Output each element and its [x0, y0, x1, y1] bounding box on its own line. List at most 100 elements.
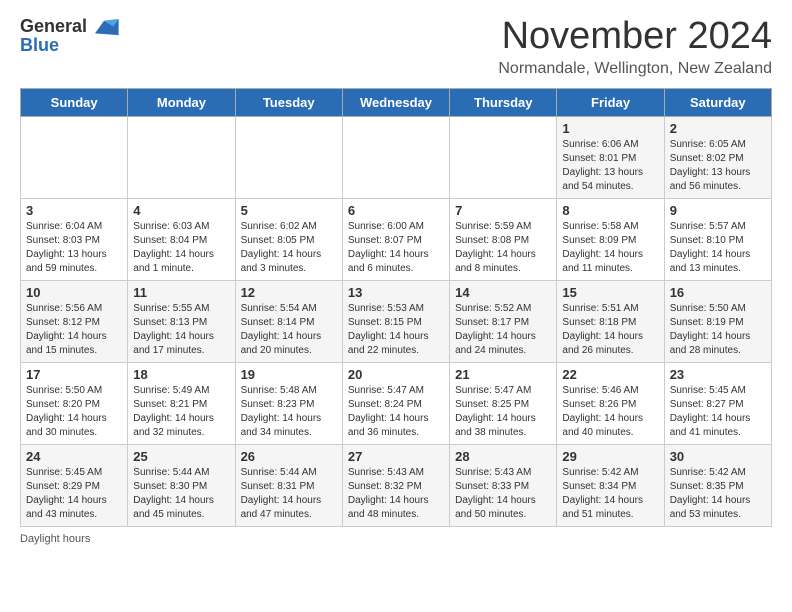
day-info: Sunrise: 5:42 AM Sunset: 8:35 PM Dayligh…	[670, 466, 766, 522]
table-row: 16Sunrise: 5:50 AM Sunset: 8:19 PM Dayli…	[664, 280, 771, 362]
calendar-col-header: Wednesday	[342, 88, 449, 116]
day-number: 19	[241, 367, 337, 382]
day-number: 2	[670, 121, 766, 136]
day-info: Sunrise: 5:45 AM Sunset: 8:29 PM Dayligh…	[26, 466, 122, 522]
logo-icon	[91, 17, 119, 37]
logo-text: General	[20, 16, 119, 37]
calendar-week-row: 1 Sunrise: 6:06 AM Sunset: 8:01 PM Daylig…	[21, 116, 772, 198]
day-info: Sunrise: 6:06 AM Sunset: 8:01 PM Dayligh…	[562, 138, 658, 194]
day-number: 3	[26, 203, 122, 218]
day-info: Sunrise: 5:53 AM Sunset: 8:15 PM Dayligh…	[348, 302, 444, 358]
table-row	[21, 116, 128, 198]
day-info: Sunrise: 5:46 AM Sunset: 8:26 PM Dayligh…	[562, 384, 658, 440]
day-number: 10	[26, 285, 122, 300]
day-number: 11	[133, 285, 229, 300]
page: General Blue November 2024 Normandale, W…	[0, 0, 792, 561]
calendar-col-header: Monday	[128, 88, 235, 116]
day-number: 4	[133, 203, 229, 218]
day-number: 24	[26, 449, 122, 464]
table-row: 22 Sunrise: 5:46 AM Sunset: 8:26 PM Dayli…	[557, 362, 664, 444]
day-info: Sunrise: 5:57 AM Sunset: 8:10 PM Dayligh…	[670, 220, 766, 276]
day-number: 30	[670, 449, 766, 464]
day-number: 28	[455, 449, 551, 464]
day-number: 13	[348, 285, 444, 300]
calendar-week-row: 10Sunrise: 5:56 AM Sunset: 8:12 PM Dayli…	[21, 280, 772, 362]
daylight-label: Daylight hours	[20, 533, 90, 545]
day-info: Sunrise: 5:49 AM Sunset: 8:21 PM Dayligh…	[133, 384, 229, 440]
calendar-col-header: Friday	[557, 88, 664, 116]
month-title: November 2024	[498, 16, 772, 58]
day-number: 18	[133, 367, 229, 382]
day-number: 12	[241, 285, 337, 300]
table-row: 13 Sunrise: 5:53 AM Sunset: 8:15 PM Dayli…	[342, 280, 449, 362]
table-row	[235, 116, 342, 198]
day-number: 14	[455, 285, 551, 300]
day-info: Sunrise: 5:55 AM Sunset: 8:13 PM Dayligh…	[133, 302, 229, 358]
table-row: 4 Sunrise: 6:03 AM Sunset: 8:04 PM Daylig…	[128, 198, 235, 280]
table-row: 1 Sunrise: 6:06 AM Sunset: 8:01 PM Daylig…	[557, 116, 664, 198]
day-info: Sunrise: 5:50 AM Sunset: 8:20 PM Dayligh…	[26, 384, 122, 440]
table-row: 9 Sunrise: 5:57 AM Sunset: 8:10 PM Daylig…	[664, 198, 771, 280]
table-row: 18 Sunrise: 5:49 AM Sunset: 8:21 PM Dayli…	[128, 362, 235, 444]
day-info: Sunrise: 5:44 AM Sunset: 8:30 PM Dayligh…	[133, 466, 229, 522]
day-number: 20	[348, 367, 444, 382]
table-row: 23Sunrise: 5:45 AM Sunset: 8:27 PM Dayli…	[664, 362, 771, 444]
day-info: Sunrise: 6:03 AM Sunset: 8:04 PM Dayligh…	[133, 220, 229, 276]
day-number: 1	[562, 121, 658, 136]
table-row: 8 Sunrise: 5:58 AM Sunset: 8:09 PM Daylig…	[557, 198, 664, 280]
day-number: 7	[455, 203, 551, 218]
day-info: Sunrise: 5:43 AM Sunset: 8:32 PM Dayligh…	[348, 466, 444, 522]
calendar: SundayMondayTuesdayWednesdayThursdayFrid…	[20, 88, 772, 527]
day-info: Sunrise: 5:48 AM Sunset: 8:23 PM Dayligh…	[241, 384, 337, 440]
day-info: Sunrise: 5:54 AM Sunset: 8:14 PM Dayligh…	[241, 302, 337, 358]
day-number: 21	[455, 367, 551, 382]
day-number: 23	[670, 367, 766, 382]
day-number: 25	[133, 449, 229, 464]
day-number: 9	[670, 203, 766, 218]
day-info: Sunrise: 5:59 AM Sunset: 8:08 PM Dayligh…	[455, 220, 551, 276]
day-number: 27	[348, 449, 444, 464]
calendar-week-row: 24 Sunrise: 5:45 AM Sunset: 8:29 PM Dayli…	[21, 444, 772, 526]
calendar-week-row: 3 Sunrise: 6:04 AM Sunset: 8:03 PM Daylig…	[21, 198, 772, 280]
table-row: 7 Sunrise: 5:59 AM Sunset: 8:08 PM Daylig…	[450, 198, 557, 280]
day-number: 17	[26, 367, 122, 382]
calendar-col-header: Saturday	[664, 88, 771, 116]
table-row	[450, 116, 557, 198]
day-info: Sunrise: 5:47 AM Sunset: 8:24 PM Dayligh…	[348, 384, 444, 440]
day-number: 5	[241, 203, 337, 218]
day-number: 8	[562, 203, 658, 218]
table-row: 28 Sunrise: 5:43 AM Sunset: 8:33 PM Dayli…	[450, 444, 557, 526]
table-row: 21 Sunrise: 5:47 AM Sunset: 8:25 PM Dayli…	[450, 362, 557, 444]
header: General Blue November 2024 Normandale, W…	[20, 16, 772, 78]
table-row: 3 Sunrise: 6:04 AM Sunset: 8:03 PM Daylig…	[21, 198, 128, 280]
table-row: 19 Sunrise: 5:48 AM Sunset: 8:23 PM Dayli…	[235, 362, 342, 444]
day-info: Sunrise: 6:04 AM Sunset: 8:03 PM Dayligh…	[26, 220, 122, 276]
table-row: 27 Sunrise: 5:43 AM Sunset: 8:32 PM Dayli…	[342, 444, 449, 526]
table-row: 10Sunrise: 5:56 AM Sunset: 8:12 PM Dayli…	[21, 280, 128, 362]
table-row	[128, 116, 235, 198]
table-row: 12 Sunrise: 5:54 AM Sunset: 8:14 PM Dayli…	[235, 280, 342, 362]
footer: Daylight hours	[20, 533, 772, 545]
day-number: 29	[562, 449, 658, 464]
day-number: 15	[562, 285, 658, 300]
calendar-header-row: SundayMondayTuesdayWednesdayThursdayFrid…	[21, 88, 772, 116]
day-info: Sunrise: 5:52 AM Sunset: 8:17 PM Dayligh…	[455, 302, 551, 358]
table-row: 14 Sunrise: 5:52 AM Sunset: 8:17 PM Dayli…	[450, 280, 557, 362]
table-row: 29 Sunrise: 5:42 AM Sunset: 8:34 PM Dayli…	[557, 444, 664, 526]
day-info: Sunrise: 5:43 AM Sunset: 8:33 PM Dayligh…	[455, 466, 551, 522]
calendar-col-header: Thursday	[450, 88, 557, 116]
day-info: Sunrise: 5:58 AM Sunset: 8:09 PM Dayligh…	[562, 220, 658, 276]
day-number: 16	[670, 285, 766, 300]
calendar-col-header: Tuesday	[235, 88, 342, 116]
day-number: 22	[562, 367, 658, 382]
logo-general: General	[20, 16, 87, 37]
day-info: Sunrise: 6:02 AM Sunset: 8:05 PM Dayligh…	[241, 220, 337, 276]
table-row: 26Sunrise: 5:44 AM Sunset: 8:31 PM Dayli…	[235, 444, 342, 526]
table-row: 5 Sunrise: 6:02 AM Sunset: 8:05 PM Daylig…	[235, 198, 342, 280]
table-row: 25 Sunrise: 5:44 AM Sunset: 8:30 PM Dayli…	[128, 444, 235, 526]
table-row	[342, 116, 449, 198]
title-block: November 2024 Normandale, Wellington, Ne…	[498, 16, 772, 78]
day-info: Sunrise: 5:47 AM Sunset: 8:25 PM Dayligh…	[455, 384, 551, 440]
location-title: Normandale, Wellington, New Zealand	[498, 60, 772, 78]
day-info: Sunrise: 5:42 AM Sunset: 8:34 PM Dayligh…	[562, 466, 658, 522]
